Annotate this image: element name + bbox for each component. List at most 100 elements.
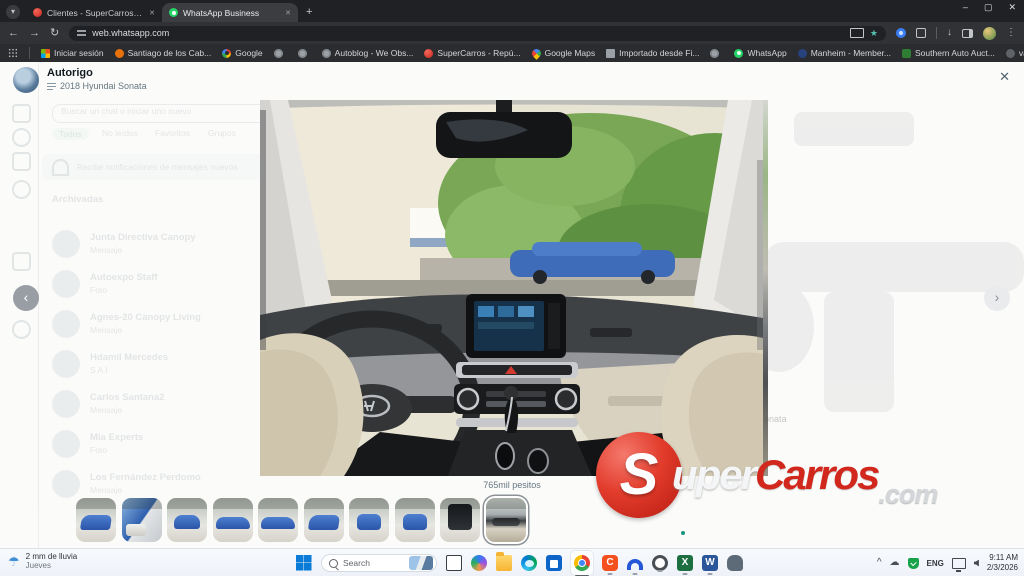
media-thumbnail[interactable] — [349, 498, 389, 542]
bookmark-favicon-icon — [222, 49, 231, 58]
back-button[interactable]: ← — [8, 28, 19, 39]
maximize-button[interactable]: ▢ — [984, 2, 993, 13]
profile-avatar[interactable] — [983, 27, 996, 40]
new-tab-button[interactable]: + — [306, 6, 312, 18]
onedrive-cloud-icon[interactable]: ☁ — [890, 558, 900, 568]
address-bar[interactable]: web.whatsapp.com ★ — [69, 26, 886, 41]
bookmark-item[interactable]: Iniciar sesión — [41, 48, 104, 58]
media-thumbnail[interactable] — [395, 498, 435, 542]
bookmark-item[interactable]: vafirma fortress — [1006, 48, 1024, 58]
media-thumbnail[interactable] — [258, 498, 298, 542]
edge-icon[interactable] — [521, 555, 537, 571]
bookmark-item[interactable] — [710, 49, 723, 58]
language-indicator[interactable]: ENG — [927, 559, 944, 568]
bookmark-label: Santiago de los Cab... — [128, 48, 212, 58]
microsoft-store-icon[interactable] — [546, 555, 562, 571]
start-button[interactable] — [296, 555, 312, 571]
bookmark-star-icon[interactable]: ★ — [870, 29, 878, 38]
extension-badge-icon[interactable] — [896, 28, 906, 38]
network-icon[interactable] — [952, 558, 966, 569]
tab-close-icon[interactable]: ✕ — [285, 9, 291, 17]
chat-avatar — [52, 270, 80, 298]
chat-name: Autoexpo Staff — [90, 272, 158, 283]
taskbar-center: Search C X W — [296, 549, 743, 576]
reload-button[interactable]: ↻ — [50, 28, 59, 39]
minimize-button[interactable]: – — [963, 2, 968, 13]
filter-favorites: Favoritos — [155, 128, 190, 138]
weather-widget[interactable]: ☂ 2 mm de lluvia Jueves — [8, 552, 77, 570]
menu-kebab-icon[interactable]: ⋮ — [1006, 28, 1016, 38]
antivirus-shield-icon[interactable] — [908, 558, 919, 569]
blue-arch-app-icon[interactable] — [627, 555, 643, 571]
bookmark-label: SuperCarros - Repú... — [437, 48, 520, 58]
archived-row: Archivadas — [52, 194, 103, 205]
excel-icon[interactable]: X — [677, 555, 693, 571]
tab-close-icon[interactable]: ✕ — [149, 9, 155, 17]
side-panel-icon[interactable] — [962, 29, 973, 38]
bookmark-item[interactable]: Google — [222, 48, 262, 58]
tab-supercarros[interactable]: Clientes - SuperCarros.com ✕ — [26, 3, 162, 22]
site-info-icon[interactable] — [77, 29, 86, 37]
watermark-super: uper — [672, 451, 755, 499]
forward-button[interactable]: → — [29, 28, 40, 39]
bookmark-label: Autoblog - We Obs... — [335, 48, 414, 58]
copilot-icon[interactable] — [471, 555, 487, 571]
bookmark-item[interactable]: Southern Auto Auct... — [902, 48, 995, 58]
previous-image-button[interactable]: ‹ — [13, 285, 39, 311]
bookmark-item[interactable]: Santiago de los Cab... — [115, 48, 212, 58]
volume-icon[interactable] — [974, 560, 979, 567]
word-icon[interactable]: W — [702, 555, 718, 571]
bookmark-item[interactable]: Autoblog - We Obs... — [322, 48, 414, 58]
carousel-dot — [681, 531, 685, 535]
chat-name: Mia Experts — [90, 432, 143, 443]
bookmark-item[interactable] — [298, 49, 311, 58]
media-thumbnail[interactable] — [76, 498, 116, 542]
screen: ▾ Clientes - SuperCarros.com ✕ WhatsApp … — [0, 0, 1024, 576]
photo-right-edge — [763, 100, 768, 476]
supercarros-s-icon: S — [596, 432, 682, 518]
next-image-button[interactable]: › — [984, 285, 1010, 311]
chrome-active-app[interactable] — [571, 551, 593, 575]
tab-whatsapp-business[interactable]: WhatsApp Business ✕ — [162, 3, 298, 22]
chat-preview: Foto — [90, 445, 107, 455]
status-icon — [12, 128, 31, 147]
media-thumbnail[interactable] — [122, 498, 162, 542]
close-viewer-button[interactable]: ✕ — [999, 70, 1010, 83]
pgadmin-elephant-icon[interactable] — [727, 555, 743, 571]
bookmark-item[interactable]: Manheim - Member... — [798, 48, 891, 58]
bookmark-favicon-icon — [424, 49, 433, 58]
file-explorer-icon[interactable] — [496, 555, 512, 571]
media-thumbnail[interactable] — [167, 498, 207, 542]
send-to-devices-icon[interactable] — [850, 28, 864, 38]
sender-avatar[interactable] — [13, 67, 39, 93]
chatgpt-icon[interactable] — [652, 555, 668, 571]
media-thumbnail[interactable] — [304, 498, 344, 542]
car-interior-photo[interactable] — [260, 100, 763, 476]
clock[interactable]: 9:11 AM 2/3/2026 — [987, 553, 1018, 574]
media-thumbnail-selected[interactable] — [486, 498, 526, 542]
chat-preview: S A I — [90, 365, 108, 375]
close-window-button[interactable]: ✕ — [1008, 2, 1016, 13]
taskbar-search[interactable]: Search — [321, 554, 437, 572]
downloads-icon[interactable]: ↓ — [947, 28, 952, 38]
orange-app-icon[interactable]: C — [602, 555, 618, 571]
filter-unread: No leídos — [102, 128, 138, 138]
chat-preview: Foto — [90, 285, 107, 295]
media-thumbnail[interactable] — [440, 498, 480, 542]
bookmark-favicon-icon — [1006, 49, 1015, 58]
bookmark-item[interactable] — [274, 49, 287, 58]
tab-search-icon[interactable]: ▾ — [6, 5, 20, 19]
bookmark-item[interactable]: SuperCarros - Repú... — [424, 48, 520, 58]
tray-expand-icon[interactable]: ^ — [877, 558, 882, 568]
bookmark-item[interactable]: Google Maps — [532, 48, 596, 58]
task-view-icon[interactable] — [446, 555, 462, 571]
bookmark-label: Southern Auto Auct... — [915, 48, 995, 58]
chat-avatar — [52, 390, 80, 418]
bookmark-item[interactable]: WhatsApp — [734, 48, 786, 58]
bookmark-item[interactable]: Importado desde Fi... — [606, 48, 699, 58]
bookmark-label: vafirma fortress — [1019, 48, 1024, 58]
apps-grid-icon[interactable] — [8, 48, 18, 58]
extensions-puzzle-icon[interactable] — [916, 28, 926, 38]
media-thumbnail[interactable] — [213, 498, 253, 542]
window-controls: – ▢ ✕ — [963, 2, 1016, 13]
